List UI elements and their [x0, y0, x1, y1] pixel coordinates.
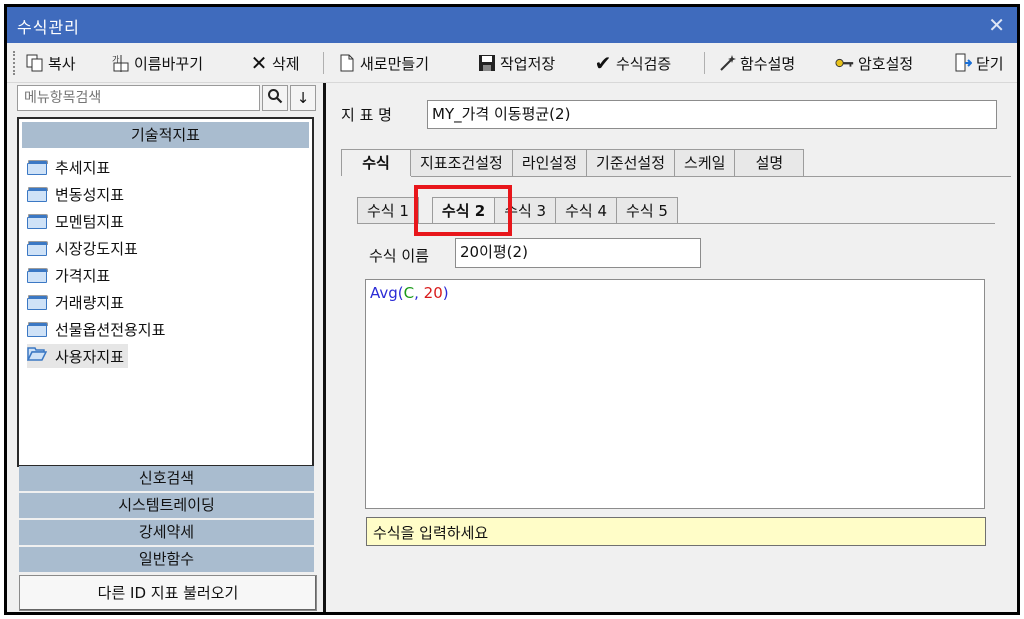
- tree-item[interactable]: 시장강도지표: [27, 236, 142, 260]
- subtab-formula-1[interactable]: 수식 1: [357, 197, 419, 224]
- folder-icon: [27, 267, 48, 283]
- formula-editor[interactable]: Avg(C, 20): [365, 279, 985, 509]
- tab-condition-settings[interactable]: 지표조건설정: [410, 149, 513, 176]
- category-general-functions[interactable]: 일반함수: [19, 547, 314, 572]
- tree-header: 기술적지표: [22, 122, 309, 148]
- checkmark-icon: ✔: [594, 51, 612, 75]
- folder-icon: [27, 321, 48, 337]
- function-help-label: 함수설명: [740, 54, 796, 73]
- password-button[interactable]: 암호설정: [835, 49, 913, 77]
- formula-subtabs: 수식 1 수식 2 수식 3 수식 4 수식 5: [357, 197, 678, 224]
- new-label: 새로만들기: [360, 54, 430, 73]
- tree-item-label: 시장강도지표: [55, 239, 138, 258]
- folder-icon: [27, 240, 48, 256]
- panel-splitter[interactable]: [323, 83, 326, 612]
- toolbar-grip: [13, 51, 17, 75]
- copy-button[interactable]: 복사: [25, 49, 76, 77]
- tree-item[interactable]: 모멘텀지표: [27, 209, 128, 233]
- exit-button[interactable]: 닫기: [953, 49, 1004, 77]
- formula-manager-window: 수식관리 ✕ 복사 가 이름바꾸기 ✕ 삭제 새로만들기 작업저장 ✔ 수식검증…: [4, 4, 1020, 615]
- rename-icon: 가: [111, 53, 131, 73]
- formula-comma: ,: [414, 284, 424, 302]
- search-button[interactable]: [262, 85, 288, 111]
- window-title: 수식관리: [17, 18, 80, 37]
- function-help-button[interactable]: 함수설명: [717, 49, 795, 77]
- tree-item-label: 사용자지표: [55, 347, 125, 366]
- tab-baseline: [411, 176, 1011, 177]
- indicator-name-label: 지 표 명: [341, 106, 392, 124]
- tree-item[interactable]: 거래량지표: [27, 290, 128, 314]
- tab-baseline-settings[interactable]: 기준선설정: [586, 149, 676, 176]
- subtab-formula-5[interactable]: 수식 5: [616, 197, 678, 224]
- tree-item-label: 가격지표: [55, 266, 111, 285]
- tree-item[interactable]: 추세지표: [27, 155, 114, 179]
- delete-label: 삭제: [272, 54, 300, 73]
- copy-icon: [25, 53, 45, 73]
- tab-description[interactable]: 설명: [734, 149, 805, 176]
- folder-icon: [27, 213, 48, 229]
- save-button[interactable]: 작업저장: [477, 49, 555, 77]
- tree-item-label: 변동성지표: [55, 185, 125, 204]
- formula-variable: C: [403, 284, 415, 302]
- formula-name-label: 수식 이름: [369, 247, 429, 265]
- subtab-baseline: [357, 223, 995, 224]
- folder-open-icon: [26, 346, 48, 366]
- subtab-formula-4[interactable]: 수식 4: [555, 197, 618, 224]
- folder-icon: [27, 186, 48, 202]
- toolbar-separator: [704, 52, 705, 74]
- tab-formula[interactable]: 수식: [341, 149, 411, 176]
- close-icon[interactable]: ✕: [988, 13, 1005, 37]
- tree-item-label: 거래량지표: [55, 293, 125, 312]
- toolbar: 복사 가 이름바꾸기 ✕ 삭제 새로만들기 작업저장 ✔ 수식검증 함수설명 암…: [7, 43, 1017, 83]
- formula-number: 20: [423, 284, 443, 302]
- formula-function: Avg: [370, 284, 398, 302]
- save-label: 작업저장: [500, 54, 556, 73]
- tab-line-settings[interactable]: 라인설정: [511, 149, 588, 176]
- title-bar: 수식관리 ✕: [7, 7, 1017, 43]
- formula-hint-bar: 수식을 입력하세요: [366, 517, 986, 546]
- indicator-name-field[interactable]: MY_가격 이동평균(2): [427, 100, 997, 129]
- copy-label: 복사: [48, 54, 76, 73]
- tree-item[interactable]: 가격지표: [27, 263, 114, 287]
- tree-item[interactable]: 변동성지표: [27, 182, 128, 206]
- verify-button[interactable]: ✔ 수식검증: [593, 49, 672, 77]
- indicator-tree: 기술적지표 추세지표 변동성지표 모멘텀지표 시장강도지표 가격지표 거래량지표…: [17, 117, 314, 467]
- formula-name-field[interactable]: 20이평(2): [455, 238, 701, 268]
- tab-scale[interactable]: 스케일: [674, 149, 736, 176]
- toolbar-separator: [323, 52, 324, 74]
- menu-search-input[interactable]: [17, 85, 260, 111]
- search-icon: [267, 88, 283, 108]
- exit-label: 닫기: [976, 54, 1004, 73]
- subtab-formula-3[interactable]: 수식 3: [494, 197, 557, 224]
- category-system-trading[interactable]: 시스템트레이딩: [19, 493, 314, 518]
- tree-item-selected[interactable]: 사용자지표: [26, 344, 129, 368]
- import-other-id-button[interactable]: 다른 ID 지표 불러오기: [19, 575, 317, 611]
- tree-item-label: 추세지표: [55, 158, 111, 177]
- arrow-down-icon: ↓: [296, 89, 310, 107]
- tree-item[interactable]: 선물옵션전용지표: [27, 317, 169, 341]
- password-label: 암호설정: [858, 54, 914, 73]
- tree-item-label: 모멘텀지표: [55, 212, 125, 231]
- exit-icon: [953, 53, 973, 73]
- new-file-icon: [337, 53, 357, 73]
- tree-item-label: 선물옵션전용지표: [55, 320, 166, 339]
- rename-label: 이름바꾸기: [134, 54, 204, 73]
- magic-wand-icon: [717, 53, 737, 73]
- delete-button[interactable]: ✕ 삭제: [249, 49, 300, 77]
- key-icon: [835, 53, 855, 73]
- save-icon: [477, 53, 497, 73]
- rename-button[interactable]: 가 이름바꾸기: [111, 49, 203, 77]
- formula-paren-close: ): [442, 284, 449, 302]
- main-tabs: 수식 지표조건설정 라인설정 기준선설정 스케일 설명: [341, 149, 805, 176]
- verify-label: 수식검증: [616, 54, 672, 73]
- category-bull-bear[interactable]: 강세약세: [19, 520, 314, 545]
- folder-icon: [27, 159, 48, 175]
- delete-icon: ✕: [250, 51, 268, 75]
- folder-icon: [27, 294, 48, 310]
- scroll-down-button[interactable]: ↓: [290, 85, 316, 111]
- new-button[interactable]: 새로만들기: [337, 49, 429, 77]
- category-signal-search[interactable]: 신호검색: [19, 466, 314, 491]
- subtab-formula-2[interactable]: 수식 2: [431, 197, 496, 224]
